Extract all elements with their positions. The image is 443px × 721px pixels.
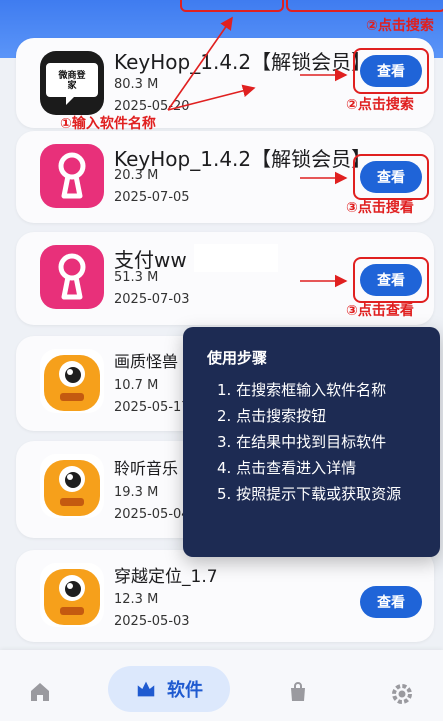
guide-step: 2. 点击搜索按钮 bbox=[217, 407, 327, 425]
input-annotation: ①输入软件名称 bbox=[60, 116, 156, 132]
usage-guide: 使用步骤 1. 在搜索框输入软件名称 2. 点击搜索按钮 3. 在结果中找到目标… bbox=[183, 327, 440, 557]
guide-step: 4. 点击查看进入详情 bbox=[217, 459, 357, 477]
software-icon bbox=[137, 681, 155, 697]
guide-step: 3. 在结果中找到目标软件 bbox=[217, 433, 387, 451]
home-icon[interactable] bbox=[26, 678, 54, 706]
guide-title: 使用步骤 bbox=[207, 349, 268, 367]
bag-icon[interactable] bbox=[284, 678, 312, 706]
guide-step: 5. 按照提示下载或获取资源 bbox=[217, 485, 402, 503]
guide-step: 1. 在搜索框输入软件名称 bbox=[217, 381, 387, 399]
bottom-nav: 软件 bbox=[0, 650, 443, 721]
settings-icon[interactable] bbox=[388, 680, 416, 708]
nav-software[interactable]: 软件 bbox=[108, 666, 230, 712]
nav-software-label: 软件 bbox=[167, 680, 203, 701]
